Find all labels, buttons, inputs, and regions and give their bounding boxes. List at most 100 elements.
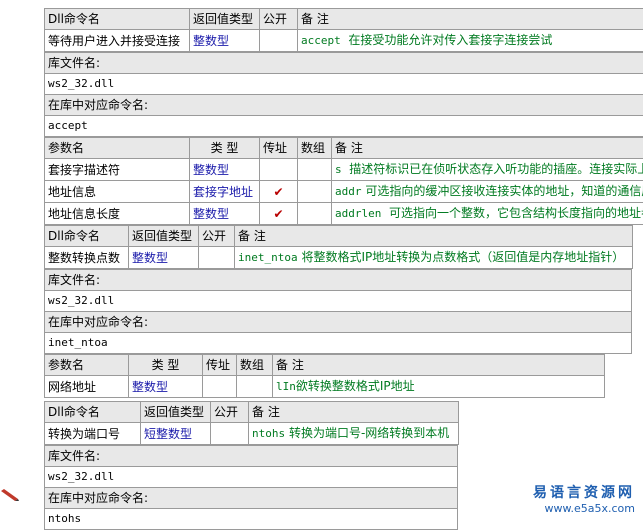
ret-type-cell[interactable]: 短整数型 [141,423,211,445]
lib-file-value[interactable]: ws2_32.dll [45,467,458,488]
col-param-name: 参数名 [45,138,190,159]
col-remark: 备 注 [249,402,459,423]
col-public: 公开 [199,226,235,247]
param-remark-cell[interactable]: addrlen 可选指向一个整数，它包含结构长度指向的地址参数 [332,203,643,225]
param-desc: 欲转换整数格式IP地址 [296,379,415,393]
param-code: addr [335,185,362,198]
lib-cmd-label: 在库中对应命令名: [45,488,458,509]
remark-cell[interactable]: ntohs 转换为端口号-网络转换到本机 [249,423,459,445]
param-row[interactable]: 套接字描述符 整数型 s 描述符标识已在侦听状态存入听功能的插座。连接实际上是建… [45,159,643,181]
lib-file-value[interactable]: ws2_32.dll [45,74,643,95]
col-ret-type: 返回值类型 [190,9,260,30]
col-array: 数组 [237,355,273,376]
col-dll-cmd: Dll命令名 [45,402,141,423]
watermark-url: www.e5a5x.com [533,502,635,515]
public-cell[interactable] [211,423,249,445]
dll-name-cell[interactable]: 等待用户进入并接受连接 [45,30,190,52]
checkmark-icon[interactable]: ✔ [260,181,298,203]
remark-text: 转换为端口号-网络转换到本机 [289,426,449,440]
param-type-cell[interactable]: 整数型 [190,159,260,181]
param-header-row: 参数名 类 型 传址 数组 备 注 [45,355,605,376]
col-array: 数组 [298,138,332,159]
param-name-cell[interactable]: 网络地址 [45,376,129,398]
lib-cmd-value[interactable]: inet_ntoa [45,333,632,354]
dll-block-accept: Dll命令名 返回值类型 公开 备 注 等待用户进入并接受连接 整数型 acce… [44,8,643,225]
lib-table: 库文件名: ws2_32.dll 在库中对应命令名: inet_ntoa [44,269,632,354]
ret-type-cell[interactable]: 整数型 [190,30,260,52]
lib-table: 库文件名: ws2_32.dll 在库中对应命令名: accept [44,52,643,137]
param-name-cell[interactable]: 地址信息长度 [45,203,190,225]
public-cell[interactable] [199,247,235,269]
array-cell[interactable] [298,181,332,203]
checkmark-icon[interactable]: ✔ [260,203,298,225]
param-row[interactable]: 地址信息 套接字地址 ✔ addr 可选指向的缓冲区接收连接实体的地址，知道的通… [45,181,643,203]
col-byref: 传址 [260,138,298,159]
col-dll-cmd: Dll命令名 [45,9,190,30]
remark-cell[interactable]: inet_ntoa 将整数格式IP地址转换为点数格式（返回值是内存地址指针） [235,247,633,269]
col-public: 公开 [211,402,249,423]
col-remark: 备 注 [298,9,643,30]
col-param-remark: 备 注 [332,138,643,159]
col-param-remark: 备 注 [273,355,605,376]
watermark-title: 易语言资源网 [533,482,635,502]
param-table: 参数名 类 型 传址 数组 备 注 网络地址 整数型 lIn欲转换整数格式IP地… [44,354,605,398]
dll-row[interactable]: 转换为端口号 短整数型 ntohs 转换为端口号-网络转换到本机 [45,423,459,445]
col-param-type: 类 型 [190,138,260,159]
param-code: lIn [276,380,296,393]
public-cell[interactable] [260,30,298,52]
col-public: 公开 [260,9,298,30]
dll-header-table: Dll命令名 返回值类型 公开 备 注 整数转换点数 整数型 inet_ntoa… [44,225,633,269]
param-type-cell[interactable]: 整数型 [190,203,260,225]
dll-name-cell[interactable]: 整数转换点数 [45,247,129,269]
lib-cmd-label: 在库中对应命令名: [45,95,643,116]
param-type-cell[interactable]: 套接字地址 [190,181,260,203]
dll-name-cell[interactable]: 转换为端口号 [45,423,141,445]
param-table: 参数名 类 型 传址 数组 备 注 套接字描述符 整数型 s 描述符标识已在侦听… [44,137,643,225]
lib-cmd-value[interactable]: ntohs [45,509,458,530]
array-cell[interactable] [237,376,273,398]
param-row[interactable]: 网络地址 整数型 lIn欲转换整数格式IP地址 [45,376,605,398]
lib-cmd-value[interactable]: accept [45,116,643,137]
col-param-type: 类 型 [129,355,203,376]
param-remark-cell[interactable]: lIn欲转换整数格式IP地址 [273,376,605,398]
param-remark-cell[interactable]: s 描述符标识已在侦听状态存入听功能的插座。连接实际上是建立在返回的套接字接受 [332,159,643,181]
pencil-icon [0,489,20,501]
param-code: addrlen [335,207,381,220]
dll-row[interactable]: 等待用户进入并接受连接 整数型 accept 在接受功能允许对传入套接字连接尝试 [45,30,643,52]
lib-file-value[interactable]: ws2_32.dll [45,291,632,312]
dll-block-inet-ntoa: Dll命令名 返回值类型 公开 备 注 整数转换点数 整数型 inet_ntoa… [44,225,633,398]
col-dll-cmd: Dll命令名 [45,226,129,247]
array-cell[interactable] [298,159,332,181]
param-row[interactable]: 地址信息长度 整数型 ✔ addrlen 可选指向一个整数，它包含结构长度指向的… [45,203,643,225]
dll-header-table: Dll命令名 返回值类型 公开 备 注 转换为端口号 短整数型 ntohs 转换… [44,401,459,445]
col-ret-type: 返回值类型 [141,402,211,423]
watermark-logo: 易语言资源网 www.e5a5x.com [533,482,635,515]
param-header-row: 参数名 类 型 传址 数组 备 注 [45,138,643,159]
dll-header-row: Dll命令名 返回值类型 公开 备 注 [45,9,643,30]
remark-code: ntohs [252,427,285,440]
param-type-cell[interactable]: 整数型 [129,376,203,398]
param-remark-cell[interactable]: addr 可选指向的缓冲区接收连接实体的地址，知道的通信层 [332,181,643,203]
dll-header-row: Dll命令名 返回值类型 公开 备 注 [45,402,459,423]
remark-code: inet_ntoa [238,251,298,264]
array-cell[interactable] [298,203,332,225]
lib-file-label: 库文件名: [45,270,632,291]
byref-cell[interactable] [260,159,298,181]
col-byref: 传址 [203,355,237,376]
dll-header-row: Dll命令名 返回值类型 公开 备 注 [45,226,633,247]
lib-file-label: 库文件名: [45,53,643,74]
dll-row[interactable]: 整数转换点数 整数型 inet_ntoa 将整数格式IP地址转换为点数格式（返回… [45,247,633,269]
param-name-cell[interactable]: 地址信息 [45,181,190,203]
remark-cell[interactable]: accept 在接受功能允许对传入套接字连接尝试 [298,30,643,52]
col-param-name: 参数名 [45,355,129,376]
dll-header-table: Dll命令名 返回值类型 公开 备 注 等待用户进入并接受连接 整数型 acce… [44,8,643,52]
param-desc: 可选指向一个整数，它包含结构长度指向的地址参数 [389,206,643,220]
param-name-cell[interactable]: 套接字描述符 [45,159,190,181]
byref-cell[interactable] [203,376,237,398]
dll-block-ntohs: Dll命令名 返回值类型 公开 备 注 转换为端口号 短整数型 ntohs 转换… [44,401,459,530]
ret-type-cell[interactable]: 整数型 [129,247,199,269]
param-desc: 可选指向的缓冲区接收连接实体的地址，知道的通信层 [365,184,643,198]
remark-text: 在接受功能允许对传入套接字连接尝试 [348,33,552,47]
lib-table: 库文件名: ws2_32.dll 在库中对应命令名: ntohs [44,445,458,530]
param-desc: 描述符标识已在侦听状态存入听功能的插座。连接实际上是建立在返回的套接字接受 [349,162,643,176]
